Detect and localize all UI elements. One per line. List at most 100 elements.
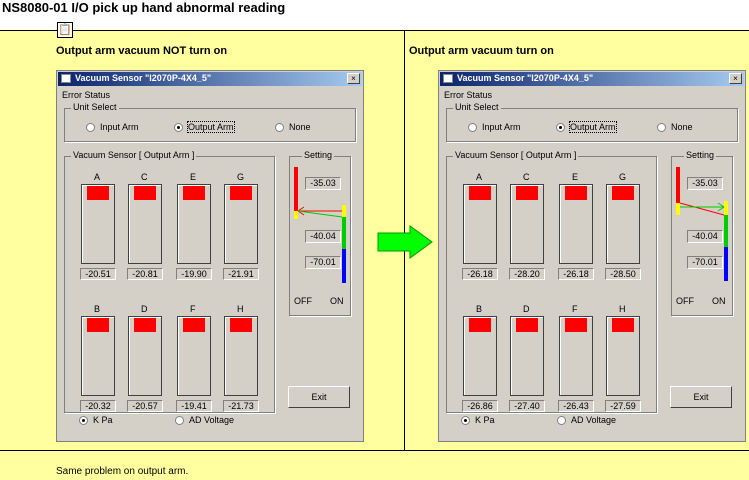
arrowhead-red (297, 206, 305, 212)
setting-label: Setting (302, 150, 335, 160)
sensor-value-f: -26.43 (558, 400, 594, 412)
sensor-label: A (94, 172, 101, 182)
radio-label-output-arm[interactable]: Output Arm (187, 121, 235, 133)
setting-value-1[interactable]: -35.03 (305, 177, 341, 190)
sensor-fill (565, 186, 587, 200)
radio-input-arm[interactable] (86, 123, 95, 132)
sensor-label: C (523, 172, 530, 182)
radio-none[interactable] (657, 123, 666, 132)
setting-label: Setting (684, 150, 717, 160)
radio-label-ad-voltage[interactable]: AD Voltage (571, 415, 616, 425)
sensor-label: F (190, 304, 196, 314)
sensor-fill (516, 186, 538, 200)
sensor-gauge-g (606, 184, 640, 264)
sensor-label: G (237, 172, 245, 182)
vacuum-sensor-group: Vacuum Sensor [ Output Arm ] A -20.51 C -20.… (64, 150, 275, 413)
sensor-value-c: -28.20 (509, 268, 545, 280)
close-button[interactable]: × (729, 73, 742, 84)
sensor-value-h: -27.59 (605, 400, 641, 412)
sensor-label: A (476, 172, 483, 182)
sensor-fill (612, 186, 634, 200)
exit-button[interactable]: Exit (288, 386, 350, 408)
sensor-fill (134, 318, 156, 332)
sensor-fill (230, 186, 252, 200)
off-threshold-line (679, 202, 725, 216)
sensor-value-e: -26.18 (558, 268, 594, 280)
page-title: NS8080-01 I/O pick up hand abnormal read… (2, 0, 286, 15)
unit-select-label: Unit Select (453, 102, 501, 112)
sensor-gauge-a (463, 184, 497, 264)
vacuum-sensor-group-label: Vacuum Sensor [ Output Arm ] (71, 150, 197, 160)
setting-value-2[interactable]: -40.04 (305, 230, 341, 243)
sensor-gauge-d (128, 316, 162, 396)
sensor-fill (183, 318, 205, 332)
setting-value-1[interactable]: -35.03 (687, 177, 723, 190)
exit-button[interactable]: Exit (670, 386, 732, 408)
radio-label-input-arm[interactable]: Input Arm (100, 122, 139, 132)
on-threshold-line (297, 210, 343, 218)
title-bar[interactable]: Vacuum Sensor "I2070P-4X4_5" × (440, 72, 744, 86)
sensor-gauge-a (81, 184, 115, 264)
sensor-gauge-f (177, 316, 211, 396)
setting-group: Setting -35.03 -40.04 -70.01 OFF ON (671, 150, 733, 316)
sensor-value-b: -26.86 (462, 400, 498, 412)
right-arrow-icon (377, 225, 433, 259)
sensor-gauge-g (224, 184, 258, 264)
arrowhead-green (717, 202, 725, 208)
vacuum-sensor-group-label: Vacuum Sensor [ Output Arm ] (453, 150, 579, 160)
title-bar[interactable]: Vacuum Sensor "I2070P-4X4_5" × (58, 72, 362, 86)
right-caption: Output arm vacuum turn on (409, 45, 554, 57)
sensor-label: G (619, 172, 627, 182)
sensor-fill (87, 318, 109, 332)
sensor-gauge-e (559, 184, 593, 264)
unit-select-group: Unit Select Input Arm Output Arm None (64, 102, 356, 142)
setting-value-2[interactable]: -40.04 (687, 230, 723, 243)
sensor-fill (87, 186, 109, 200)
radio-ad-voltage[interactable] (175, 416, 184, 425)
radio-kpa[interactable] (461, 416, 470, 425)
vacuum-sensor-group: Vacuum Sensor [ Output Arm ] A -26.18 C -28.… (446, 150, 657, 413)
radio-label-none[interactable]: None (289, 122, 311, 132)
left-caption: Output arm vacuum NOT turn on (56, 45, 228, 57)
window-icon (443, 74, 453, 83)
sensor-gauge-e (177, 184, 211, 264)
radio-input-arm[interactable] (468, 123, 477, 132)
vacuum-sensor-window-left: Vacuum Sensor "I2070P-4X4_5" × Error Statu… (56, 70, 364, 442)
radio-output-arm[interactable] (174, 123, 183, 132)
sensor-label: D (141, 304, 148, 314)
sensor-gauge-h (606, 316, 640, 396)
radio-output-arm[interactable] (556, 123, 565, 132)
unit-select-label: Unit Select (71, 102, 119, 112)
radio-ad-voltage[interactable] (557, 416, 566, 425)
radio-label-ad-voltage[interactable]: AD Voltage (189, 415, 234, 425)
radio-label-input-arm[interactable]: Input Arm (482, 122, 521, 132)
sensor-gauge-f (559, 316, 593, 396)
sensor-value-a: -26.18 (462, 268, 498, 280)
sensor-value-d: -20.57 (127, 400, 163, 412)
sensor-label: H (619, 304, 626, 314)
sensor-fill (469, 186, 491, 200)
on-label: ON (712, 296, 726, 306)
close-button[interactable]: × (347, 73, 360, 84)
sensor-value-h: -21.73 (223, 400, 259, 412)
sensor-value-c: -20.81 (127, 268, 163, 280)
sensor-label: B (94, 304, 101, 314)
radio-label-output-arm[interactable]: Output Arm (569, 121, 617, 133)
off-label: OFF (676, 296, 694, 306)
off-label: OFF (294, 296, 312, 306)
sensor-fill (565, 318, 587, 332)
window-title: Vacuum Sensor "I2070P-4X4_5" (75, 73, 212, 83)
setting-group: Setting -35.03 -40.04 -70.01 OFF ON (289, 150, 351, 316)
radio-label-none[interactable]: None (671, 122, 693, 132)
sensor-label: H (237, 304, 244, 314)
radio-none[interactable] (275, 123, 284, 132)
radio-label-kpa[interactable]: K Pa (475, 415, 495, 425)
sensor-label: F (572, 304, 578, 314)
setting-value-3[interactable]: -70.01 (687, 256, 723, 269)
radio-label-kpa[interactable]: K Pa (93, 415, 113, 425)
clipboard-icon[interactable]: 📋 (57, 22, 73, 38)
radio-kpa[interactable] (79, 416, 88, 425)
sensor-value-b: -20.32 (80, 400, 116, 412)
setting-value-3[interactable]: -70.01 (305, 256, 341, 269)
sensor-value-a: -20.51 (80, 268, 116, 280)
